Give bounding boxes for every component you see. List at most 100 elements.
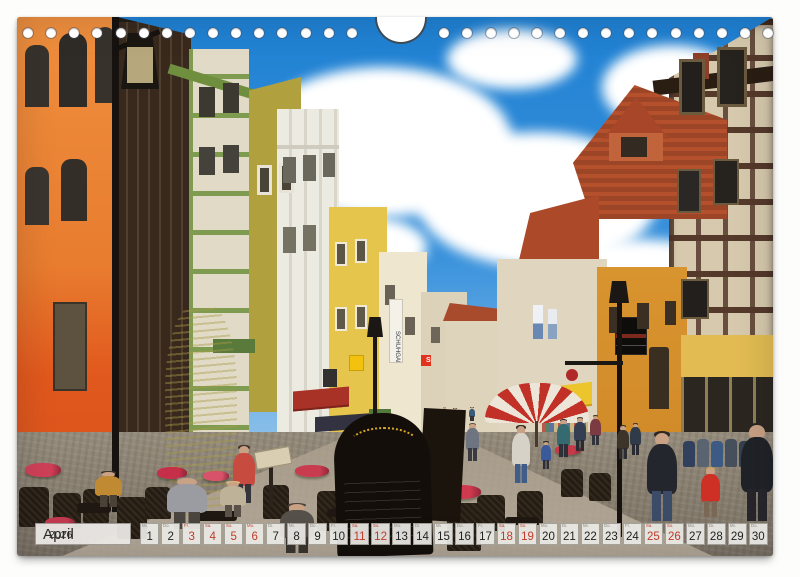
pedestrian: [220, 481, 246, 517]
person-bd: [557, 424, 570, 445]
day-number: 24: [624, 531, 641, 543]
person-lg: [747, 489, 767, 521]
person-lg: [515, 464, 527, 483]
day-number: 28: [708, 531, 725, 543]
calendar-strip: April 2026 Mi.1Do.2Fr.3Sa.4So.5Mo.6Di.7M…: [35, 523, 768, 545]
binding-hole: [139, 28, 149, 38]
calendar-day-cell-2: Do. 2: [161, 523, 180, 545]
pedestrian: [466, 423, 479, 461]
calendar-day-cell-23: Do.23: [602, 523, 621, 545]
binding-hole: [301, 28, 311, 38]
weekday-label: Do.: [163, 524, 170, 528]
day-number: 9: [309, 531, 326, 543]
binding-hole: [347, 28, 357, 38]
weekday-label: Sa.: [352, 524, 358, 528]
weekday-label: Do.: [751, 524, 758, 528]
calendar-page: SCHUHGALERIE S: [0, 0, 800, 577]
person-bd: [574, 422, 586, 441]
person-lg: [225, 505, 242, 517]
day-number: 4: [204, 531, 221, 543]
calendar-day-cell-4: Sa. 4: [203, 523, 222, 545]
person-bd: [630, 427, 641, 445]
calendar-day-cell-1: Mi.1: [140, 523, 159, 545]
binding-hole: [763, 28, 773, 38]
weekday-label: Mi.: [436, 524, 442, 528]
person-lg: [592, 435, 599, 445]
pedestrian: [541, 441, 551, 469]
pedestrian: [617, 425, 629, 459]
weekday-label: Mi.: [730, 524, 736, 528]
weekday-label: Fr.: [625, 524, 630, 528]
binding-hole: [555, 28, 565, 38]
weekday-label: Mo.: [541, 524, 548, 528]
binding-hole: [185, 28, 195, 38]
binding-hole: [717, 28, 727, 38]
menu-stand-pole: [269, 465, 273, 507]
weekday-label: Sa.: [205, 524, 211, 528]
calendar-day-cell-16: Do.16: [455, 523, 474, 545]
day-number: 3: [183, 531, 200, 543]
calendar-day-cell-14: Di. 14: [413, 523, 432, 545]
person-lg: [468, 448, 476, 461]
chalkboard-arc-text: [345, 427, 423, 471]
calendar-day-cell-6: Mo.6: [245, 523, 264, 545]
day-number: 21: [561, 531, 578, 543]
calendar-day-cell-10: Fr. 10: [329, 523, 348, 545]
weekday-label: Mi.: [289, 524, 295, 528]
pedestrian: [647, 431, 677, 521]
person-bd: [95, 476, 122, 496]
calendar-day-cell-18: Sa.18: [497, 523, 516, 545]
binding-hole: [324, 28, 334, 38]
day-number: 2: [162, 531, 179, 543]
person-bd: [220, 486, 246, 506]
calendar-day-strip: Mi.1Do.2Fr.3Sa.4So.5Mo.6Di.7Mi.8Do.9Fr.1…: [140, 523, 768, 545]
pedestrian: [741, 423, 773, 521]
day-number: 14: [414, 531, 431, 543]
day-number: 6: [246, 531, 263, 543]
calendar-day-cell-11: Sa.11: [350, 523, 369, 545]
calendar-day-cell-9: Do.9: [308, 523, 327, 545]
day-number: 22: [582, 531, 599, 543]
calendar-day-cell-22: Mi.22: [581, 523, 600, 545]
day-number: 10: [330, 531, 347, 543]
day-number: 7: [267, 531, 284, 543]
calendar-day-cell-17: Fr.17: [476, 523, 495, 545]
binding-hole: [694, 28, 704, 38]
weekday-label: Di.: [562, 524, 567, 528]
weekday-label: So.: [667, 524, 673, 528]
street-photo: SCHUHGALERIE S: [17, 17, 773, 556]
day-number: 13: [393, 531, 410, 543]
weekday-label: Mo.: [688, 524, 695, 528]
person-bd: [167, 484, 207, 513]
calendar-day-cell-7: Di.7: [266, 523, 285, 545]
weekday-label: Sa.: [646, 524, 652, 528]
binding-hole: [740, 28, 750, 38]
calendar-day-cell-20: Mo. 20: [539, 523, 558, 545]
pedestrian: [557, 419, 570, 457]
weekday-label: Di.: [415, 524, 420, 528]
day-number: 27: [687, 531, 704, 543]
person-bd: [741, 437, 773, 492]
binding-hole: [671, 28, 681, 38]
day-number: 20: [540, 531, 557, 543]
day-number: 15: [435, 531, 452, 543]
binding-hole: [532, 28, 542, 38]
person-lg: [619, 448, 627, 459]
pedestrian: [512, 425, 530, 483]
weekday-label: Do.: [604, 524, 611, 528]
calendar-day-cell-27: Mo. 27: [686, 523, 705, 545]
weekday-label: So.: [520, 524, 526, 528]
person-lg: [704, 501, 716, 518]
binding-hole: [23, 28, 33, 38]
calendar-day-cell-13: Mo.13: [392, 523, 411, 545]
person-bd: [466, 428, 479, 449]
person-bd: [590, 419, 601, 436]
weekday-label: Fr.: [184, 524, 189, 528]
weekday-label: Fr.: [331, 524, 336, 528]
pedestrian: [701, 467, 720, 517]
day-number: 19: [519, 531, 536, 543]
calendar-day-cell-8: Mi.8: [287, 523, 306, 545]
calendar-day-cell-26: So.26: [665, 523, 684, 545]
person-bd: [701, 474, 720, 502]
calendar-day-cell-3: Fr. 3: [182, 523, 201, 545]
